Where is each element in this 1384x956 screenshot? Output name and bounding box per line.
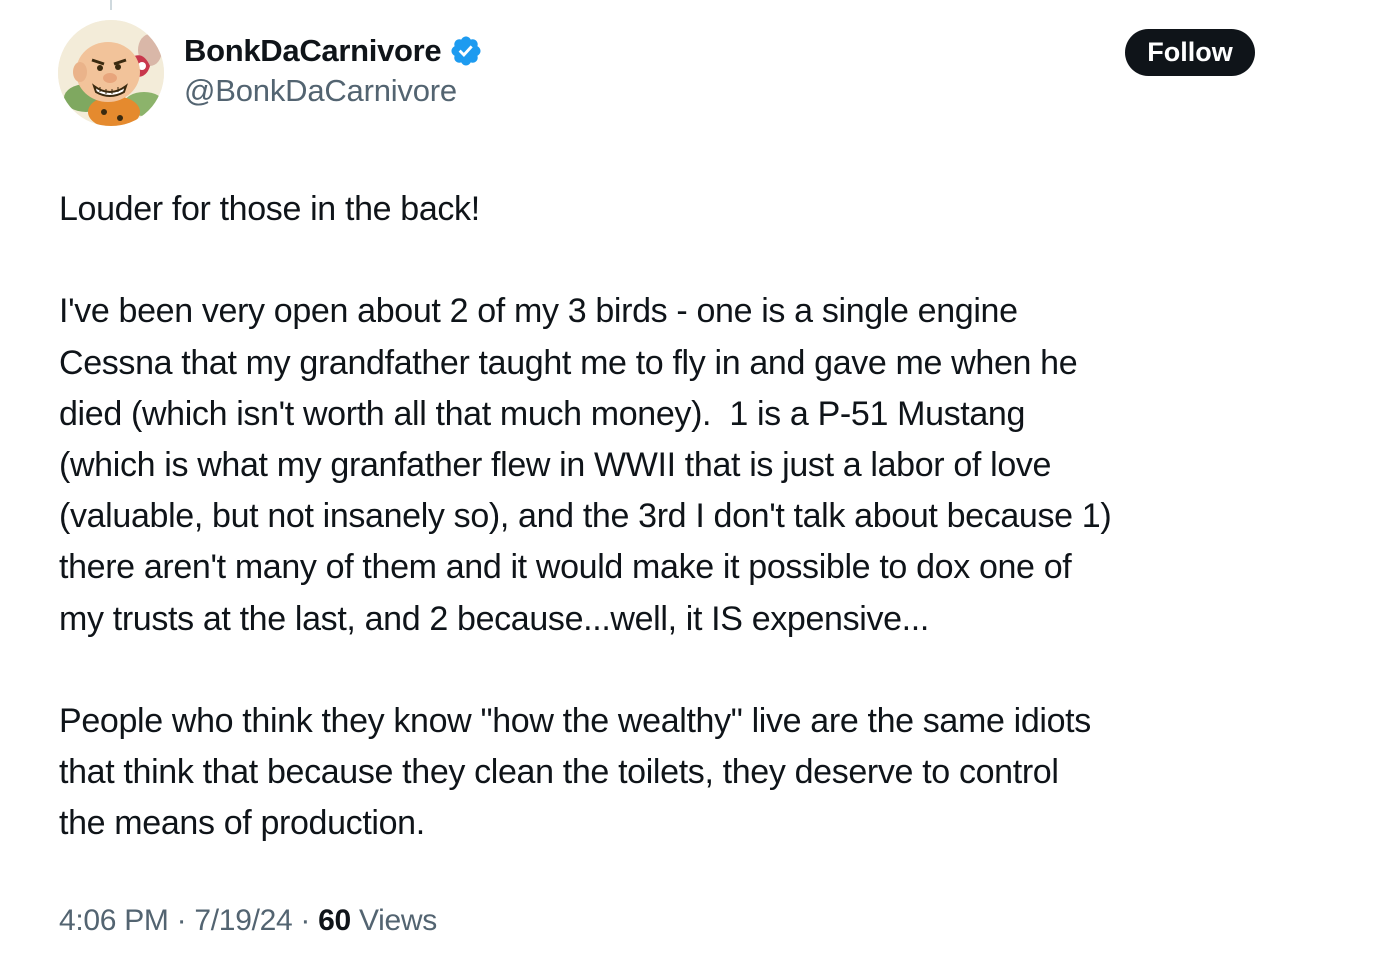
views-count: 60	[318, 904, 351, 937]
meta-separator: ·	[168, 904, 195, 937]
tweet-metadata: 4:06 PM · 7/19/24 · 60 Views	[59, 904, 437, 938]
tweet-line: died (which isn't worth all that much mo…	[59, 394, 1026, 433]
tweet-line: (valuable, but not insanely so), and the…	[59, 497, 1112, 536]
display-name[interactable]: BonkDaCarnivore	[184, 33, 442, 69]
avatar[interactable]	[58, 20, 164, 126]
views-label: Views	[350, 904, 437, 937]
author-name-row: BonkDaCarnivore	[184, 30, 483, 72]
tweet-line: the means of production.	[59, 804, 425, 843]
follow-button[interactable]: Follow	[1125, 29, 1255, 76]
meta-separator: ·	[292, 904, 319, 937]
tweet-line: Louder for those in the back!	[59, 190, 480, 228]
tweet-line: (which is what my granfather flew in WWI…	[59, 446, 1052, 484]
author-handle[interactable]: @BonkDaCarnivore	[184, 73, 457, 109]
tweet-line: People who think they know "how the weal…	[59, 702, 1091, 740]
tweet-line: I've been very open about 2 of my 3 bird…	[59, 292, 1018, 331]
tweet-line: that think that because they clean the t…	[59, 753, 1059, 792]
tweet-text: Louder for those in the back! I've been …	[59, 184, 1319, 850]
tweet-line: Cessna that my grandfather taught me to …	[59, 343, 1078, 382]
verified-badge-icon	[451, 36, 481, 66]
caveman-avatar-icon	[58, 20, 164, 126]
tweet-line: my trusts at the last, and 2 because...w…	[59, 599, 929, 638]
tweet-line: there aren't many of them and it would m…	[59, 548, 1072, 587]
tweet-date[interactable]: 7/19/24	[194, 904, 292, 938]
thread-connector-line	[110, 0, 112, 10]
tweet-time[interactable]: 4:06 PM	[59, 904, 169, 938]
